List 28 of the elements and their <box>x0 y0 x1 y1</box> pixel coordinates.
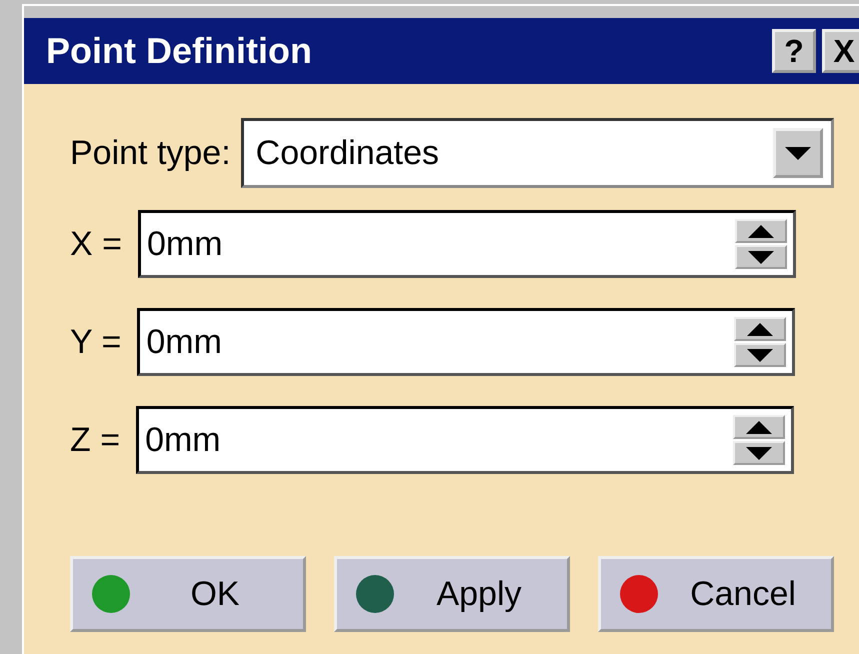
spin-up-button[interactable] <box>733 415 786 439</box>
down-arrow-icon <box>747 348 774 362</box>
dialog-button[interactable]: OK <box>70 556 306 632</box>
coordinate-label: X = <box>70 224 122 264</box>
dialog-button[interactable]: Cancel <box>598 556 834 632</box>
coordinate-label: Y = <box>70 322 122 362</box>
point-type-dropdown[interactable]: Coordinates <box>240 118 834 188</box>
close-button[interactable]: X <box>822 29 859 73</box>
caret-icon <box>785 146 811 160</box>
spin-down-button[interactable] <box>734 245 787 269</box>
coordinate-field[interactable]: 0mm <box>138 210 796 278</box>
up-arrow-icon <box>747 322 774 336</box>
up-arrow-icon <box>748 224 774 238</box>
coordinate-label: Z = <box>70 420 120 460</box>
help-button[interactable]: ? <box>772 29 816 73</box>
point-type-label: Point type: <box>70 134 231 172</box>
coordinate-field[interactable]: 0mm <box>137 308 796 376</box>
spin-up-button[interactable] <box>734 317 786 341</box>
down-arrow-icon <box>748 250 774 264</box>
window-title: Point Definition <box>46 30 313 72</box>
dropdown-button[interactable] <box>773 128 823 178</box>
spin-down-button[interactable] <box>733 441 786 465</box>
spin-up-button[interactable] <box>734 219 787 243</box>
dialog-button[interactable]: Apply <box>334 556 570 632</box>
up-arrow-icon <box>746 420 772 434</box>
spin-down-button[interactable] <box>734 343 786 367</box>
coordinate-field[interactable]: 0mm <box>136 406 794 474</box>
down-arrow-icon <box>746 446 772 460</box>
